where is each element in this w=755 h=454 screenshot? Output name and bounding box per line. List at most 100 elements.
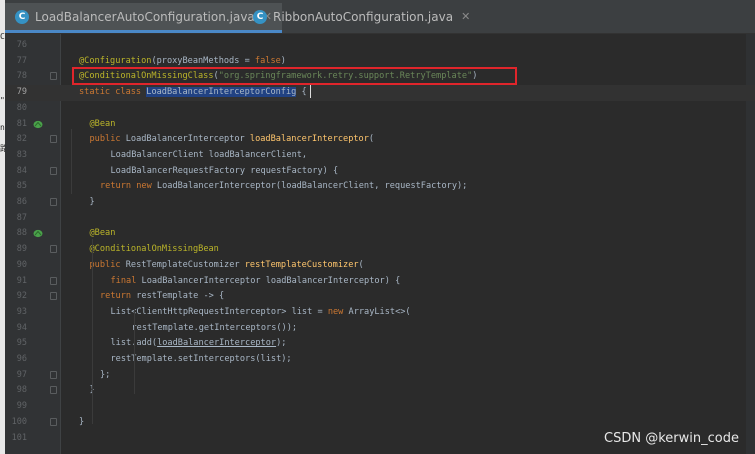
code-line[interactable]: 92 return restTemplate -> { [5, 289, 755, 305]
code-line[interactable]: 82 public LoadBalancerInterceptor loadBal… [5, 132, 755, 148]
line-number: 99 [16, 401, 27, 412]
tab-label: LoadBalancerAutoConfiguration.java [35, 9, 255, 24]
code-text: }; [100, 368, 110, 384]
fold-marker-icon[interactable] [50, 72, 57, 81]
line-number: 81 [16, 118, 27, 129]
code-token: LoadBalancerClient loadBalancerClient, [110, 149, 308, 160]
line-number: 95 [16, 338, 27, 349]
code-token: restTemplate.setInterceptors(list); [110, 354, 292, 364]
code-text: LoadBalancerRequestFactory requestFactor… [111, 164, 339, 180]
code-text: static class LoadBalancerInterceptorConf… [79, 85, 307, 101]
code-token: return new [100, 181, 157, 192]
indent-guide [134, 309, 135, 394]
code-line[interactable]: 80 [5, 101, 755, 117]
code-token: return [100, 291, 137, 302]
code-text: } [90, 195, 95, 211]
fold-marker-icon[interactable] [50, 166, 57, 175]
code-line[interactable]: 99 [5, 399, 755, 415]
line-number: 100 [11, 416, 27, 427]
line-number: 79 [16, 87, 27, 98]
code-line[interactable]: 83 LoadBalancerClient loadBalancerClient, [5, 148, 755, 164]
code-line[interactable]: 93 List<ClientHttpRequestInterceptor> lis… [5, 305, 755, 321]
code-line[interactable]: 89 @ConditionalOnMissingBean [5, 242, 755, 258]
code-line[interactable]: 90 public RestTemplateCustomizer restTemp… [5, 258, 755, 274]
code-text: public LoadBalancerInterceptor loadBalan… [90, 132, 375, 148]
code-token: @ConditionalOnMissingBean [89, 244, 219, 255]
code-token: @Bean [89, 118, 116, 129]
code-text: list.add(loadBalancerInterceptor); [111, 336, 287, 352]
code-token: loadBalancerInterceptor [249, 134, 369, 145]
line-number: 85 [16, 181, 27, 192]
tab-loadbalancer-autoconfiguration[interactable]: C LoadBalancerAutoConfiguration.java ✕ [5, 3, 282, 33]
line-number: 86 [16, 197, 27, 207]
code-text: } [79, 415, 84, 431]
fold-marker-icon[interactable] [50, 276, 57, 285]
code-token: restTemplate -> { [136, 291, 225, 302]
code-text: restTemplate.setInterceptors(list); [111, 352, 292, 368]
text-cursor [310, 85, 311, 98]
code-token: public [89, 259, 126, 270]
fold-marker-icon[interactable] [50, 292, 57, 301]
code-line[interactable]: 88 @Bean [5, 226, 755, 242]
code-line[interactable]: 96 restTemplate.setInterceptors(list); [5, 352, 755, 368]
code-line[interactable]: 98} [5, 383, 755, 399]
code-token: new [327, 306, 349, 317]
code-line[interactable]: 94 restTemplate.getInterceptors()); [5, 321, 755, 337]
code-line[interactable]: 84 LoadBalancerRequestFactory requestFact… [5, 164, 755, 180]
code-token: ArrayList<>( [348, 306, 411, 317]
line-number: 90 [16, 259, 27, 270]
code-text: LoadBalancerClient loadBalancerClient, [111, 148, 308, 164]
line-number: 91 [16, 275, 27, 286]
code-token: restTemplate.getInterceptors()); [131, 322, 298, 333]
underlined-identifier: loadBalancerInterceptor [157, 338, 277, 349]
code-line[interactable]: 79 static class LoadBalancerInterceptorCo… [5, 85, 755, 101]
code-token: LoadBalancerInterceptor [125, 134, 250, 145]
code-line[interactable]: 97}; [5, 368, 755, 384]
fold-marker-icon[interactable] [50, 135, 57, 144]
code-token: false [254, 55, 281, 66]
code-editor[interactable]: 76 77 @Configuration(proxyBeanMethods = fa… [5, 34, 755, 454]
watermark: CSDN @kerwin_code [604, 431, 739, 446]
code-line[interactable]: 95 list.add(loadBalancerInterceptor); [5, 336, 755, 352]
code-token: } [79, 416, 85, 427]
line-number: 77 [16, 55, 27, 66]
code-token: @Bean [89, 228, 116, 239]
code-line[interactable]: 86} [5, 195, 755, 211]
code-text: final LoadBalancerInterceptor loadBalanc… [111, 274, 401, 290]
code-text: public RestTemplateCustomizer restTempla… [90, 258, 364, 274]
code-token: ) [280, 55, 286, 66]
spring-bean-icon[interactable] [33, 229, 43, 238]
code-line[interactable]: 81 @Bean [5, 117, 755, 133]
code-token: RestTemplateCustomizer [125, 259, 245, 270]
java-class-icon: C [15, 9, 29, 24]
line-number: 93 [16, 306, 27, 317]
fold-marker-icon[interactable] [50, 198, 57, 206]
code-token: List<ClientHttpRequestInterceptor> list … [110, 306, 328, 317]
code-token: public [89, 134, 126, 145]
code-token: @Configuration [79, 55, 152, 66]
code-text: return restTemplate -> { [100, 289, 224, 305]
code-line[interactable]: 100} [5, 415, 755, 431]
code-line[interactable]: 85 return new LoadBalancerInterceptor(loa… [5, 179, 755, 195]
code-line[interactable]: 87 [5, 211, 755, 227]
code-token: static class [79, 87, 147, 98]
line-number: 76 [16, 40, 27, 50]
spring-bean-icon[interactable] [33, 120, 43, 129]
java-class-icon: C [253, 9, 267, 24]
tab-ribbon-autoconfiguration[interactable]: C RibbonAutoConfiguration.java ✕ [243, 3, 480, 30]
code-token: restTemplateCustomizer [244, 259, 359, 270]
line-number: 80 [16, 102, 27, 113]
line-number: 87 [16, 212, 27, 223]
close-icon[interactable]: ✕ [461, 10, 470, 23]
fold-marker-icon[interactable] [50, 386, 57, 395]
code-text: restTemplate.getInterceptors()); [132, 321, 298, 337]
code-line[interactable]: 76 [5, 38, 755, 54]
code-line[interactable]: 91 final LoadBalancerInterceptor loadBala… [5, 274, 755, 290]
code-text: @Bean [90, 226, 116, 242]
code-text: List<ClientHttpRequestInterceptor> list … [111, 305, 411, 321]
line-number: 92 [16, 291, 27, 302]
fold-marker-icon[interactable] [50, 417, 57, 426]
fold-marker-icon[interactable] [50, 370, 57, 379]
fold-marker-icon[interactable] [50, 245, 57, 254]
line-number: 97 [16, 369, 27, 380]
